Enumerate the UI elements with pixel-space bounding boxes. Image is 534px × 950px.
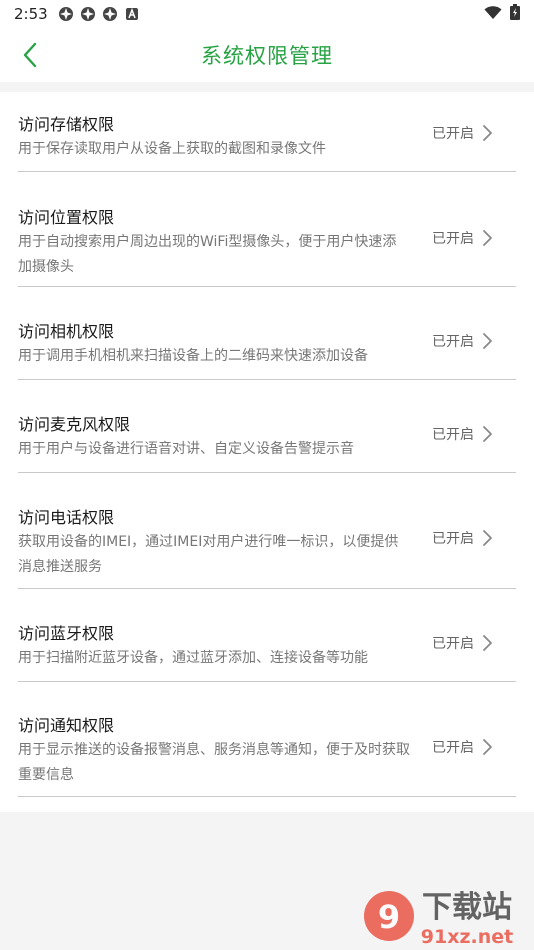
permission-description: 获取用设备的IMEI，通过IMEI对用户进行唯一标识，以便提供消息推送服务	[18, 534, 399, 575]
permission-description: 用于用户与设备进行语音对讲、自定义设备告警提示音	[18, 441, 354, 457]
watermark-name: 下载站	[422, 890, 512, 925]
chevron-right-icon	[483, 125, 492, 141]
a-badge-icon	[124, 6, 140, 22]
permission-description: 用于自动搜索用户周边出现的WiFi型摄像头，便于用户快速添加摄像头	[18, 234, 397, 275]
chevron-right-icon	[483, 530, 492, 546]
svg-text:9: 9	[378, 898, 400, 936]
permission-description: 用于调用手机相机来扫描设备上的二维码来快速添加设备	[18, 348, 368, 364]
wifi-icon	[484, 5, 502, 24]
site-watermark-logo: 9 下载站 91xz.net	[364, 890, 513, 947]
permission-status: 已开启	[432, 636, 474, 652]
permission-item-camera[interactable]: 访问相机权限 用于调用手机相机来扫描设备上的二维码来快速添加设备 已开启	[18, 287, 516, 380]
chevron-right-icon	[483, 739, 492, 755]
status-time: 2:53	[14, 5, 48, 23]
permission-status: 已开启	[432, 334, 474, 350]
permission-item-notification[interactable]: 访问通知权限 用于显示推送的设备报警消息、服务消息等通知，便于及时获取重要信息 …	[18, 682, 516, 797]
permission-item-storage[interactable]: 访问存储权限 用于保存读取用户从设备上获取的截图和录像文件 已开启	[18, 92, 516, 172]
permission-item-phone[interactable]: 访问电话权限 获取用设备的IMEI，通过IMEI对用户进行唯一标识，以便提供消息…	[18, 473, 516, 589]
section-gap	[0, 82, 534, 92]
status-right-icons	[484, 4, 520, 24]
permission-status: 已开启	[432, 427, 474, 443]
header: 系统权限管理	[0, 28, 534, 82]
page-title: 系统权限管理	[201, 44, 333, 68]
permission-description: 用于显示推送的设备报警消息、服务消息等通知，便于及时获取重要信息	[18, 742, 410, 783]
app-notification-icon	[58, 6, 74, 22]
permission-title: 访问存储权限	[18, 115, 115, 134]
permission-list: 访问存储权限 用于保存读取用户从设备上获取的截图和录像文件 已开启 访问位置权限…	[0, 92, 534, 812]
permission-status: 已开启	[432, 531, 474, 547]
chevron-right-icon	[483, 333, 492, 349]
chevron-right-icon	[483, 426, 492, 442]
permission-title: 访问通知权限	[18, 716, 115, 735]
permission-description: 用于保存读取用户从设备上获取的截图和录像文件	[18, 141, 326, 157]
watermark-url: 91xz.net	[421, 926, 513, 947]
permission-title: 访问相机权限	[18, 322, 115, 341]
back-button[interactable]	[14, 38, 46, 72]
app-notification-icon	[80, 6, 96, 22]
status-bar: 2:53	[0, 0, 534, 28]
chevron-right-icon	[483, 230, 492, 246]
notification-icons	[58, 6, 140, 22]
chevron-right-icon	[483, 635, 492, 651]
chevron-left-icon	[23, 42, 37, 68]
app-notification-icon	[102, 6, 118, 22]
permission-title: 访问电话权限	[18, 508, 115, 527]
permission-status: 已开启	[432, 231, 474, 247]
permission-description: 用于扫描附近蓝牙设备，通过蓝牙添加、连接设备等功能	[18, 650, 368, 666]
permission-item-location[interactable]: 访问位置权限 用于自动搜索用户周边出现的WiFi型摄像头，便于用户快速添加摄像头…	[18, 172, 516, 287]
permission-title: 访问蓝牙权限	[18, 624, 115, 643]
permission-title: 访问麦克风权限	[18, 415, 131, 434]
permission-item-bluetooth[interactable]: 访问蓝牙权限 用于扫描附近蓝牙设备，通过蓝牙添加、连接设备等功能 已开启	[18, 589, 516, 682]
permission-status: 已开启	[432, 740, 474, 756]
permission-item-microphone[interactable]: 访问麦克风权限 用于用户与设备进行语音对讲、自定义设备告警提示音 已开启	[18, 380, 516, 473]
permission-title: 访问位置权限	[18, 208, 115, 227]
permission-status: 已开启	[432, 126, 474, 142]
battery-charging-icon	[510, 4, 520, 24]
